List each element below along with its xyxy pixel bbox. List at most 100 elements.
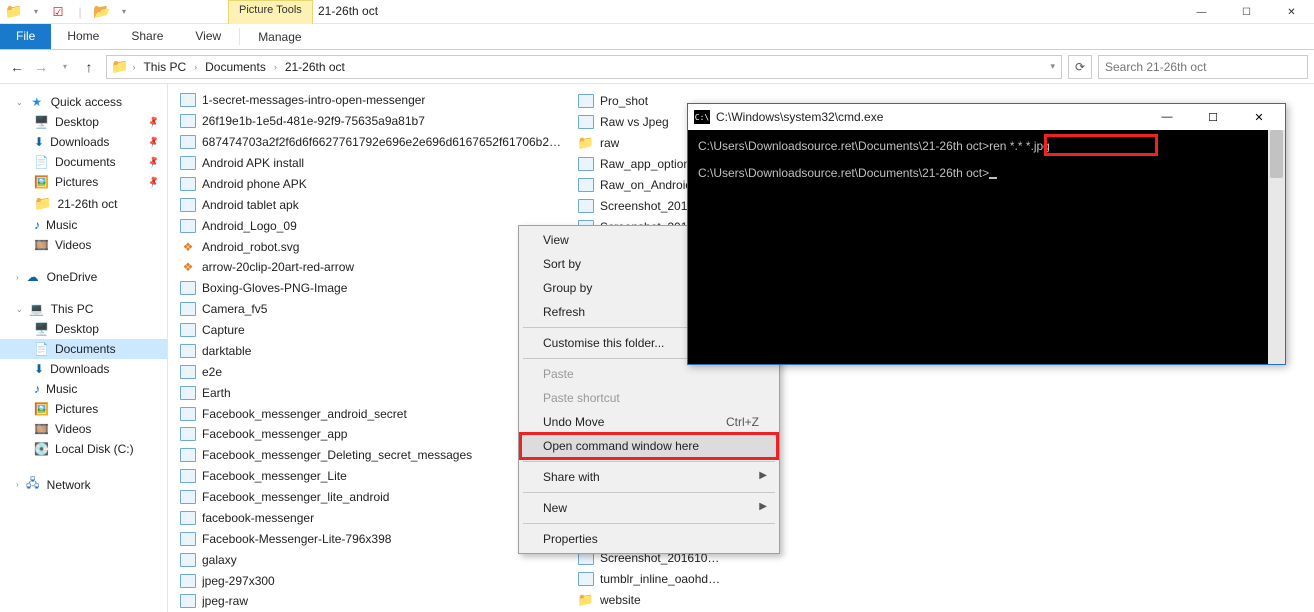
refresh-button[interactable]: ⟳ bbox=[1068, 55, 1092, 79]
file-item[interactable]: tumblr_inline_oaohd5i8G21u7j5nv_1280 bbox=[572, 568, 732, 589]
minimize-button[interactable]: — bbox=[1179, 0, 1224, 24]
ctx-properties[interactable]: Properties bbox=[521, 527, 777, 551]
sidebar-item-current-folder[interactable]: 📁21-26th oct bbox=[0, 192, 167, 215]
file-item[interactable]: darktable bbox=[174, 341, 572, 362]
tab-home[interactable]: Home bbox=[51, 24, 115, 49]
properties-icon[interactable]: ☑ bbox=[48, 2, 68, 22]
file-item[interactable]: Android_Logo_09 bbox=[174, 215, 572, 236]
sidebar-item-music[interactable]: ♪Music bbox=[0, 215, 167, 235]
ctx-share-with[interactable]: Share with▶ bbox=[521, 465, 777, 489]
tab-manage[interactable]: Manage bbox=[242, 24, 317, 49]
ctx-new[interactable]: New▶ bbox=[521, 496, 777, 520]
file-item[interactable]: Earth bbox=[174, 382, 572, 403]
this-pc-group: ⌄ 💻 This PC 🖥️Desktop 📄Documents ⬇Downlo… bbox=[0, 299, 167, 459]
file-item[interactable]: ❖Android_robot.svg bbox=[174, 236, 572, 257]
ribbon-separator bbox=[239, 28, 240, 45]
ctx-undo-move[interactable]: Undo MoveCtrl+Z bbox=[521, 410, 777, 434]
ribbon-tabs: File Home Share View Manage bbox=[0, 24, 1314, 50]
network-header[interactable]: › 🖧 Network bbox=[0, 471, 167, 498]
file-item[interactable]: 687474703a2f2f6d6f6627761792e696e2e696d6… bbox=[174, 132, 572, 153]
file-item[interactable]: Facebook_messenger_Deleting_secret_messa… bbox=[174, 445, 572, 466]
search-input[interactable] bbox=[1105, 60, 1301, 74]
sidebar-item-documents-pc[interactable]: 📄Documents bbox=[0, 339, 167, 359]
picture-tools-contextual-tab[interactable]: Picture Tools bbox=[228, 0, 313, 24]
cmd-maximize-button[interactable]: ☐ bbox=[1193, 104, 1233, 130]
image-file-icon bbox=[180, 322, 196, 338]
file-name: Android tablet apk bbox=[202, 198, 299, 212]
onedrive-header[interactable]: › ☁ OneDrive bbox=[0, 267, 167, 287]
file-item[interactable]: Facebook_messenger_app bbox=[174, 424, 572, 445]
chevron-right-icon[interactable]: › bbox=[130, 62, 137, 72]
close-button[interactable]: ✕ bbox=[1269, 0, 1314, 24]
sidebar-item-desktop-pc[interactable]: 🖥️Desktop bbox=[0, 319, 167, 339]
file-item[interactable]: Facebook_messenger_lite_android bbox=[174, 487, 572, 508]
cmd-close-button[interactable]: ✕ bbox=[1239, 104, 1279, 130]
chevron-right-icon[interactable]: › bbox=[272, 62, 279, 72]
this-pc-header[interactable]: ⌄ 💻 This PC bbox=[0, 299, 167, 319]
qat-customize-icon[interactable]: ▾ bbox=[114, 2, 134, 22]
file-item[interactable]: Boxing-Gloves-PNG-Image bbox=[174, 278, 572, 299]
sidebar-item-local-disk[interactable]: 💽Local Disk (C:) bbox=[0, 439, 167, 459]
search-box[interactable] bbox=[1098, 55, 1308, 79]
file-name: Android_robot.svg bbox=[202, 240, 299, 254]
folder-icon[interactable]: 📁 bbox=[4, 2, 24, 22]
file-name: Android_Logo_09 bbox=[202, 219, 297, 233]
cmd-icon: C:\ bbox=[694, 110, 710, 124]
file-item[interactable]: 📁website bbox=[572, 589, 732, 610]
file-name: Screenshot_20161 bbox=[600, 199, 701, 213]
breadcrumb-root[interactable]: This PC bbox=[139, 60, 190, 74]
breadcrumb-documents[interactable]: Documents bbox=[201, 60, 270, 74]
cmd-scrollbar[interactable] bbox=[1268, 130, 1285, 364]
file-item[interactable]: e2e bbox=[174, 361, 572, 382]
sidebar-item-pictures-pc[interactable]: 🖼️Pictures bbox=[0, 399, 167, 419]
sidebar-item-downloads[interactable]: ⬇Downloads bbox=[0, 132, 167, 152]
tab-view[interactable]: View bbox=[179, 24, 237, 49]
file-item[interactable]: facebook-messenger bbox=[174, 508, 572, 529]
sidebar-item-label: 21-26th oct bbox=[57, 197, 117, 211]
file-item[interactable]: galaxy bbox=[174, 549, 572, 570]
cmd-titlebar[interactable]: C:\ C:\Windows\system32\cmd.exe — ☐ ✕ bbox=[688, 104, 1285, 130]
file-item[interactable]: 26f19e1b-1e5d-481e-92f9-75635a9a81b7 bbox=[174, 111, 572, 132]
maximize-button[interactable]: ☐ bbox=[1224, 0, 1269, 24]
image-file-icon bbox=[180, 301, 196, 317]
cmd-minimize-button[interactable]: — bbox=[1147, 104, 1187, 130]
sidebar-item-music-pc[interactable]: ♪Music bbox=[0, 379, 167, 399]
image-file-icon bbox=[180, 134, 196, 150]
up-button[interactable]: ↑ bbox=[78, 56, 100, 78]
file-item[interactable]: Camera_fv5 bbox=[174, 299, 572, 320]
file-item[interactable]: jpeg-297x300 bbox=[174, 570, 572, 591]
file-item[interactable]: Android APK install bbox=[174, 153, 572, 174]
file-item[interactable]: 1-secret-messages-intro-open-messenger bbox=[174, 90, 572, 111]
breadcrumb-current[interactable]: 21-26th oct bbox=[281, 60, 349, 74]
qat-dropdown-icon[interactable]: ▾ bbox=[26, 2, 46, 22]
sidebar-item-documents[interactable]: 📄Documents bbox=[0, 152, 167, 172]
file-item[interactable]: Capture bbox=[174, 320, 572, 341]
file-item[interactable]: jpeg-raw bbox=[174, 591, 572, 612]
open-folder-icon[interactable]: 📂 bbox=[92, 2, 112, 22]
file-item[interactable]: Android phone APK bbox=[174, 174, 572, 195]
ctx-open-command-window[interactable]: Open command window here bbox=[521, 434, 777, 458]
image-file-icon bbox=[180, 218, 196, 234]
sidebar-item-desktop[interactable]: 🖥️Desktop bbox=[0, 112, 167, 132]
file-item[interactable]: Facebook_messenger_Lite bbox=[174, 466, 572, 487]
chevron-right-icon[interactable]: › bbox=[192, 62, 199, 72]
cmd-scroll-thumb[interactable] bbox=[1270, 130, 1283, 178]
image-file-icon bbox=[578, 198, 594, 214]
sidebar-item-videos[interactable]: 🎞️Videos bbox=[0, 235, 167, 255]
file-item[interactable]: Facebook-Messenger-Lite-796x398 bbox=[174, 528, 572, 549]
file-item[interactable]: Facebook_messenger_android_secret bbox=[174, 403, 572, 424]
file-item[interactable]: ❖arrow-20clip-20art-red-arrow bbox=[174, 257, 572, 278]
back-button[interactable]: ← bbox=[6, 56, 28, 78]
file-item[interactable]: Android tablet apk bbox=[174, 194, 572, 215]
cmd-terminal[interactable]: C:\Users\Downloadsource.ret\Documents\21… bbox=[688, 130, 1285, 364]
tab-file[interactable]: File bbox=[0, 24, 51, 49]
recent-dropdown-icon[interactable]: ▾ bbox=[54, 56, 76, 78]
tab-share[interactable]: Share bbox=[115, 24, 179, 49]
address-bar[interactable]: 📁 › This PC › Documents › 21-26th oct ▾ bbox=[106, 55, 1062, 79]
forward-button[interactable]: → bbox=[30, 56, 52, 78]
address-dropdown-icon[interactable]: ▾ bbox=[1050, 61, 1057, 72]
sidebar-item-pictures[interactable]: 🖼️Pictures bbox=[0, 172, 167, 192]
sidebar-item-downloads-pc[interactable]: ⬇Downloads bbox=[0, 359, 167, 379]
quick-access-header[interactable]: ⌄ ★ Quick access bbox=[0, 92, 167, 112]
sidebar-item-videos-pc[interactable]: 🎞️Videos bbox=[0, 419, 167, 439]
